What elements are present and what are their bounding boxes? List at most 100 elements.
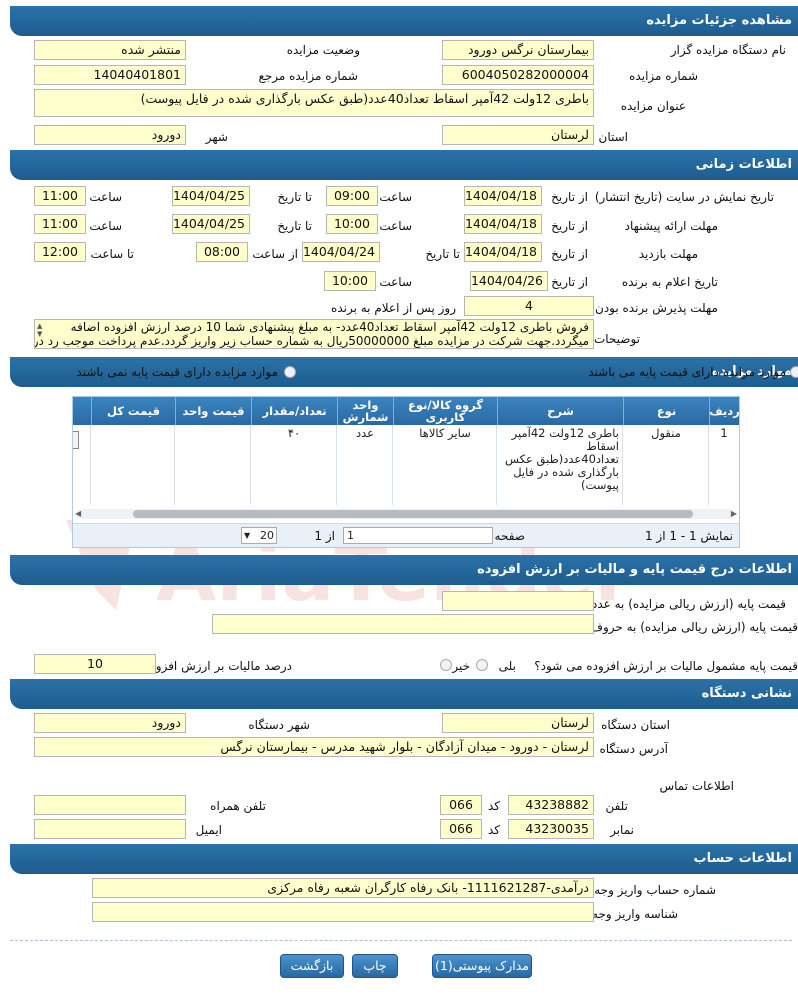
description-textarea[interactable]: فروش باطری 12ولت 42آمپر اسقاط تعداد40عدد…: [34, 319, 594, 349]
visit-from-date: 1404/04/18: [464, 242, 542, 262]
accept-deadline-label: مهلت پذیرش برنده بودن: [595, 301, 718, 315]
display-date-label: تاریخ نمایش در سایت (تاریخ انتشار): [594, 190, 774, 204]
cell-index: 1: [720, 426, 728, 440]
col-unit-header[interactable]: واحد شمارش: [337, 397, 393, 425]
winner-from-label: از تاریخ: [551, 275, 588, 289]
visit-from-label: از تاریخ: [551, 247, 588, 261]
scroll-left-icon[interactable]: ◀: [75, 509, 81, 519]
offer-to-time-label: ساعت: [89, 219, 122, 233]
org-province-field: لرستان: [442, 713, 594, 733]
org-name-label: نام دستگاه مزایده گزار: [670, 43, 786, 57]
section-header-details: مشاهده جزئیات مزایده: [10, 6, 798, 36]
vat-no-radio[interactable]: [440, 659, 452, 671]
section-header-address: نشانی دستگاه: [10, 679, 798, 709]
cell-desc: باطری 12ولت 42آمپر اسقاط تعداد40عدد(طبق …: [505, 426, 619, 492]
base-price-number-field: [442, 591, 594, 611]
offer-to-label: تا تاریخ: [277, 219, 312, 233]
display-to-label: تا تاریخ: [277, 190, 312, 204]
status-label: وضعیت مزایده: [286, 43, 360, 57]
visit-to-hour-label: تا ساعت: [90, 247, 134, 261]
page-number-input[interactable]: 1: [343, 527, 493, 544]
winner-time: 10:00: [324, 271, 376, 291]
with-base-price-radio[interactable]: [790, 366, 798, 378]
col-qty-header[interactable]: تعداد/مقدار: [251, 397, 337, 425]
org-city-label: شهر دستگاه: [248, 718, 310, 732]
mobile-label: تلفن همراه: [210, 799, 266, 813]
offer-from-time-label: ساعت: [379, 219, 412, 233]
grid-pager: نمایش 1 - 1 از 1 صفحه 1 از 1 20 ▼: [73, 523, 739, 547]
fax-code-field: 066: [440, 819, 482, 839]
payment-id-field: [92, 902, 594, 922]
phone-field: 43238882: [508, 795, 594, 815]
city-label: شهر: [205, 130, 228, 144]
cell-qty: ۴۰: [287, 426, 301, 440]
print-button[interactable]: چاپ: [352, 954, 398, 978]
attachments-button[interactable]: مدارک پیوستی(1): [432, 954, 532, 978]
offer-deadline-label: مهلت ارائه پیشنهاد: [624, 219, 718, 233]
with-base-price-label: موارد مزایده دارای قیمت پایه می باشند: [588, 365, 786, 379]
ref-number-label: شماره مزایده مرجع: [258, 69, 358, 83]
email-field: [34, 819, 186, 839]
scroll-right-icon[interactable]: ▶: [731, 509, 737, 519]
offer-from-time: 10:00: [326, 214, 378, 234]
account-number-label: شماره حساب واریز وجه: [594, 883, 716, 897]
winner-date: 1404/04/26: [470, 271, 548, 291]
title-field: باطری 12ولت 42آمپر اسقاط تعداد40عدد(طبق …: [34, 89, 594, 117]
accept-days-suffix: روز پس از اعلام به برنده: [331, 301, 456, 315]
section-header-pricing: اطلاعات درج قیمت پایه و مالیات بر ارزش ا…: [10, 555, 798, 585]
col-total-price-header[interactable]: قیمت کل: [91, 397, 175, 425]
pager-page-label: صفحه: [494, 529, 525, 543]
col-unit-price-header[interactable]: قیمت واحد: [175, 397, 251, 425]
without-base-price-radio[interactable]: [284, 366, 296, 378]
cell-unit: عدد: [355, 426, 375, 440]
col-group-header[interactable]: گروه کالا/نوع کاربری: [393, 397, 497, 425]
chevron-down-icon: ▼: [244, 531, 251, 540]
vat-question-label: قیمت پایه مشمول مالیات بر ارزش افزوده می…: [534, 659, 798, 673]
pager-of-label: از 1: [314, 529, 335, 543]
offer-from-label: از تاریخ: [551, 219, 588, 233]
description-label: توضیحات: [593, 332, 640, 346]
display-from-time-label: ساعت: [379, 190, 412, 204]
page-size-select[interactable]: 20 ▼: [241, 527, 277, 544]
phone-code-label: کد: [487, 799, 500, 813]
org-address-label: آدرس دستگاه: [599, 742, 668, 756]
horizontal-scrollbar[interactable]: ◀ ▶: [75, 509, 737, 519]
vat-yes-label: بلی: [498, 659, 516, 673]
cell-group: سایر کالاها: [419, 426, 471, 440]
base-price-number-label: قیمت پایه (ارزش ریالی مزایده) به عدد: [591, 597, 786, 611]
org-address-field: لرستان - دورود - میدان آزادگان - بلوار ش…: [34, 737, 594, 757]
col-desc-header[interactable]: شرح: [497, 397, 623, 425]
col-index-header[interactable]: ردیف: [709, 397, 740, 425]
visit-deadline-label: مهلت بازدید: [638, 247, 698, 261]
back-button[interactable]: بازگشت: [280, 954, 344, 978]
vat-no-label: خیر: [452, 659, 470, 673]
cell-type: منقول: [651, 426, 681, 440]
description-line-2: میگردد.جهت شرکت در مزایده مبلغ 50000000ر…: [34, 334, 589, 348]
without-base-price-label: موارد مزایده دارای قیمت پایه نمی باشند: [76, 365, 278, 379]
base-price-text-label: قیمت پایه (ارزش ریالی مزایده) به حروف: [590, 620, 798, 634]
items-grid: ردیف نوع شرح گروه کالا/نوع کاربری واحد ش…: [72, 396, 740, 548]
display-to-time: 11:00: [34, 186, 86, 206]
org-province-label: استان دستگاه: [601, 718, 670, 732]
visit-from-hour: 08:00: [196, 242, 248, 262]
footer-divider: [10, 940, 792, 941]
status-field: منتشر شده: [34, 40, 186, 60]
fax-label: نمابر: [610, 823, 634, 837]
scrollbar-thumb[interactable]: [133, 510, 693, 518]
org-name-field: بیمارستان نرگس دورود: [442, 40, 594, 60]
display-to-time-label: ساعت: [89, 190, 122, 204]
vat-yes-radio[interactable]: [476, 659, 488, 671]
row-action-checkbox[interactable]: [73, 431, 79, 449]
scroll-arrows-icon[interactable]: ▲ ▼: [37, 322, 42, 338]
title-label: عنوان مزایده: [620, 99, 686, 113]
visit-from-hour-label: از ساعت: [252, 247, 298, 261]
province-field: لرستان: [442, 125, 594, 145]
col-type-header[interactable]: نوع: [623, 397, 709, 425]
display-from-time: 09:00: [326, 186, 378, 206]
vat-percent-label: درصد مالیات بر ارزش افزوده: [144, 659, 292, 673]
items-grid-header: ردیف نوع شرح گروه کالا/نوع کاربری واحد ش…: [73, 397, 740, 425]
mobile-field: [34, 795, 186, 815]
visit-to-label: تا تاریخ: [425, 247, 460, 261]
winner-time-label: ساعت: [379, 275, 412, 289]
section-header-account: اطلاعات حساب: [10, 844, 798, 874]
